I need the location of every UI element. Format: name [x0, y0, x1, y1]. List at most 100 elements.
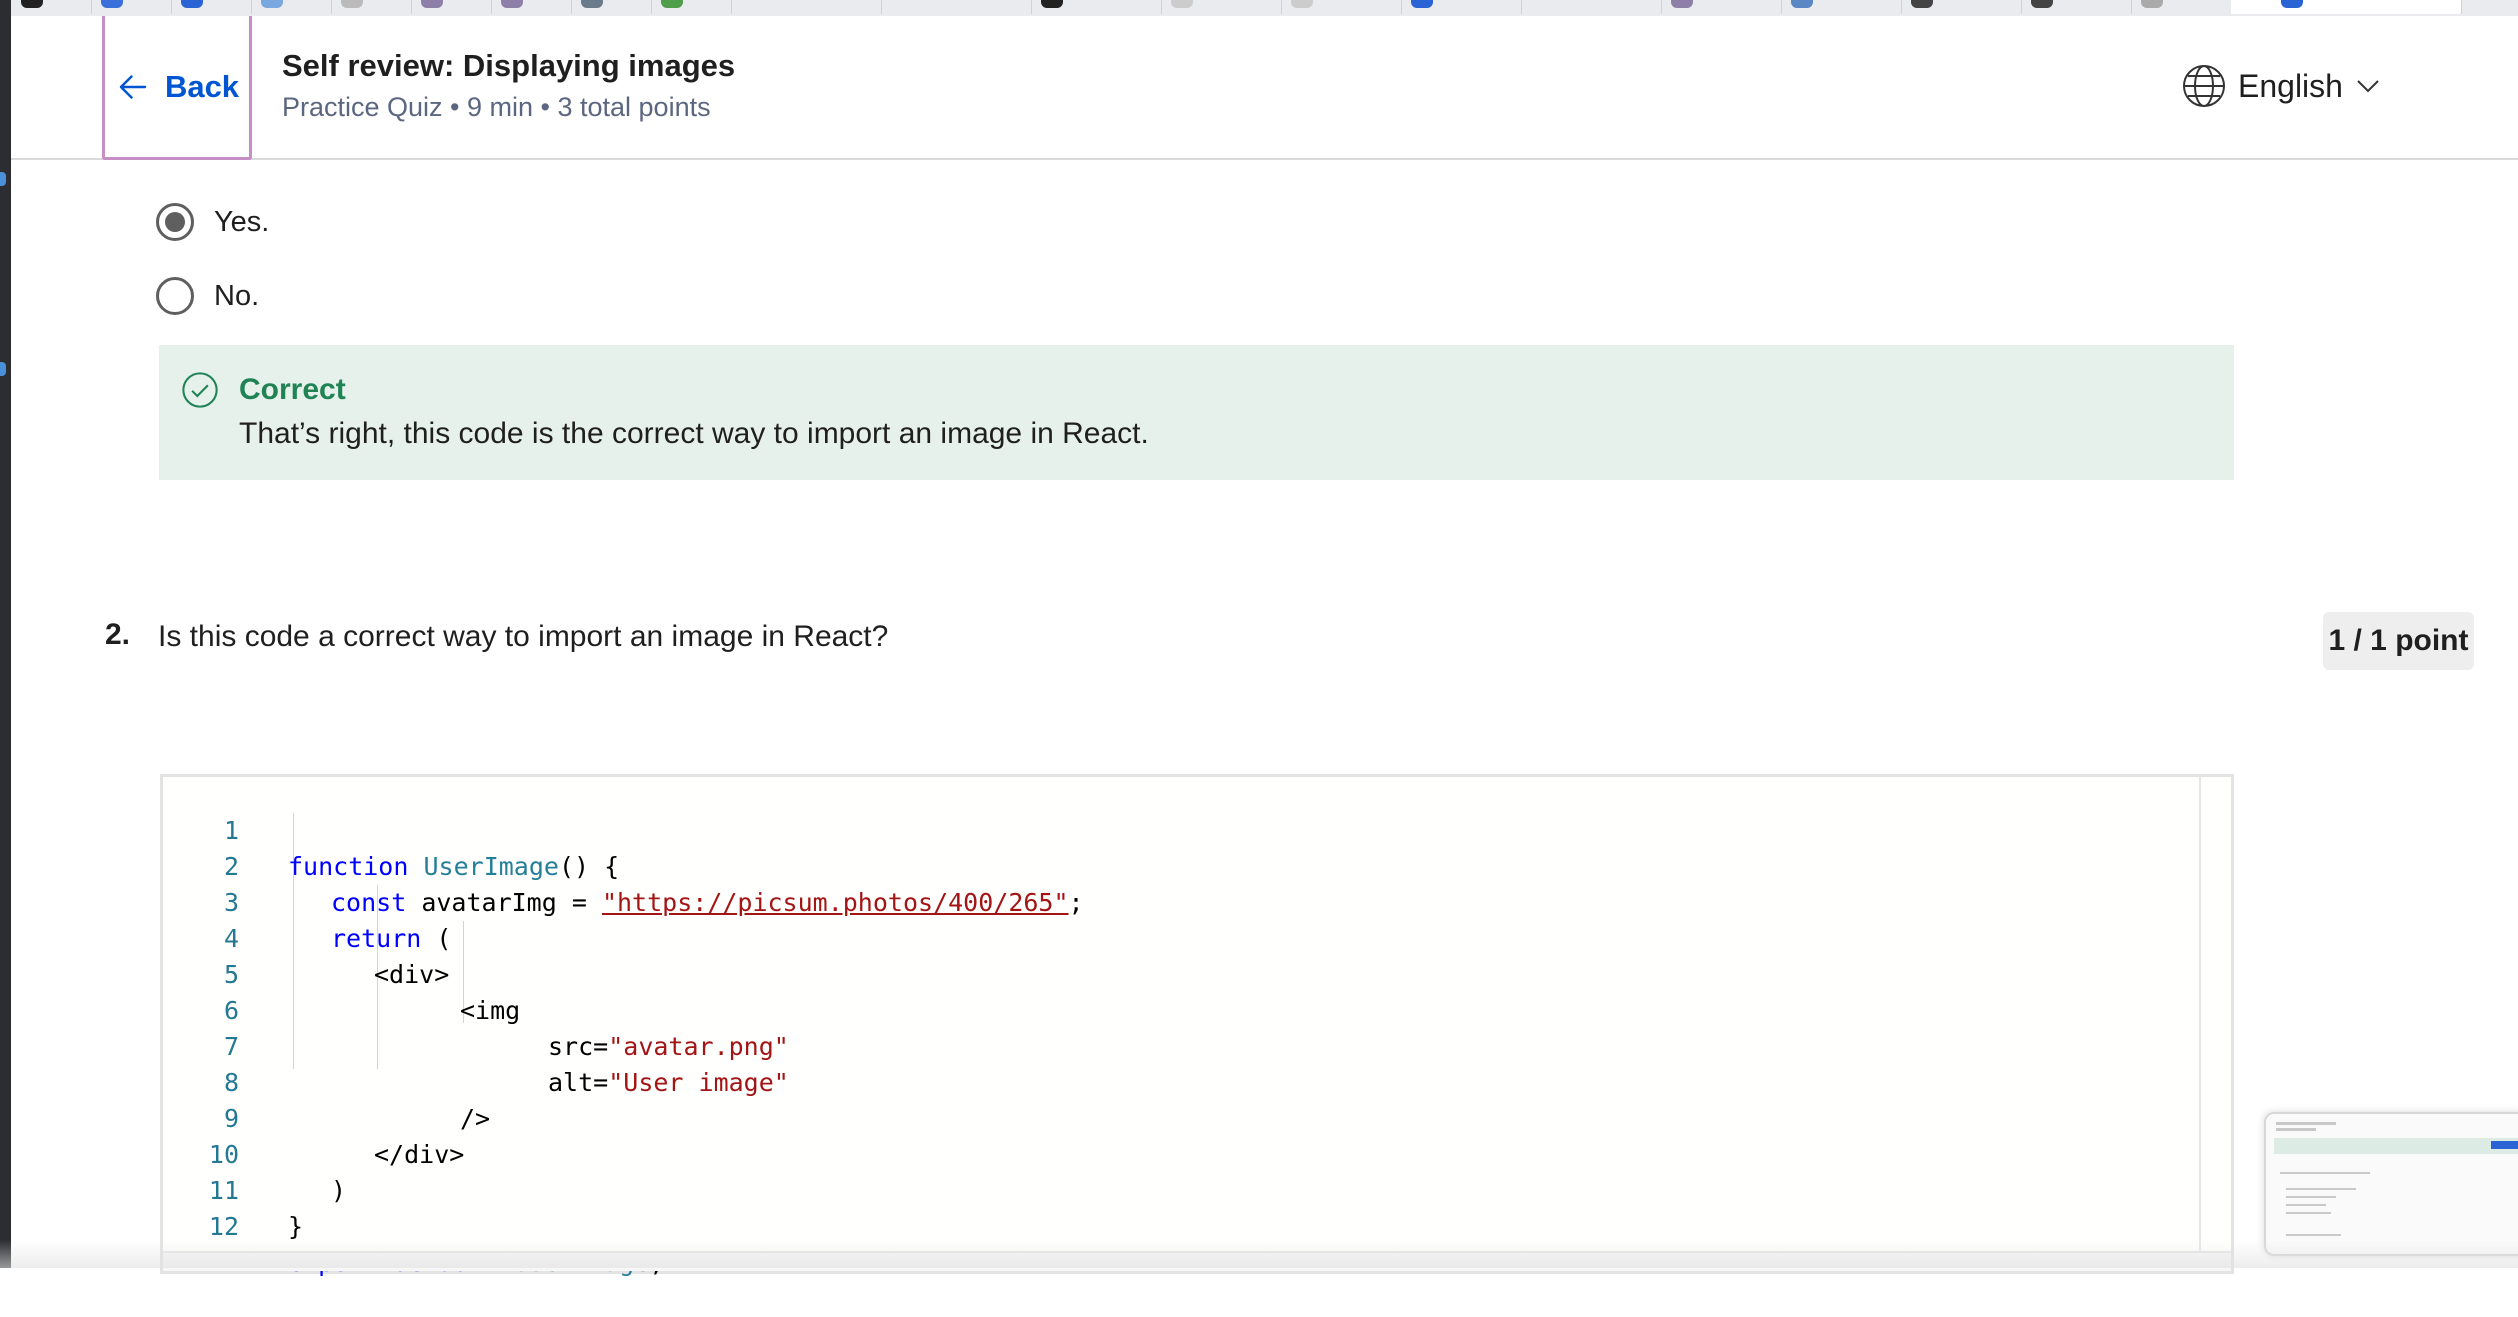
code-scrollbar[interactable]: [2199, 777, 2231, 1271]
back-button[interactable]: Back: [102, 16, 252, 160]
option-label: No.: [214, 279, 260, 312]
preview-button: [2491, 1141, 2518, 1149]
browser-tab[interactable]: [1401, 0, 1522, 14]
quiz-meta: Practice Quiz • 9 min • 3 total points: [282, 92, 711, 122]
tab-favicon-icon: [2031, 0, 2053, 8]
tab-favicon-icon: [21, 0, 43, 8]
browser-tab-strip: [11, 0, 2518, 17]
code-token: }: [288, 1212, 304, 1241]
code-token: "User image": [608, 1068, 789, 1097]
tab-favicon-icon: [501, 0, 523, 8]
code-token: return: [331, 924, 422, 953]
code-horizontal-scrollbar[interactable]: [163, 1251, 2231, 1271]
tab-favicon-icon: [661, 0, 683, 8]
code-token: const: [331, 888, 407, 917]
browser-tab[interactable]: [1901, 0, 2022, 14]
browser-tab[interactable]: [2021, 0, 2132, 14]
line-number: 12: [208, 1212, 239, 1241]
tab-favicon-icon: [1291, 0, 1313, 8]
language-label: English: [2238, 67, 2343, 104]
tab-favicon-icon: [1671, 0, 1693, 8]
option-label: Yes.: [214, 205, 270, 238]
question-number: 2.: [105, 618, 131, 651]
code-token: () {: [558, 852, 620, 881]
code-token: function: [288, 852, 409, 881]
browser-tab[interactable]: [251, 0, 332, 14]
code-line: 3 return (: [163, 849, 451, 953]
language-selector[interactable]: English: [2180, 62, 2383, 110]
check-circle-icon: [182, 372, 218, 408]
browser-tab[interactable]: [651, 0, 732, 14]
chevron-down-icon: [2357, 80, 2379, 93]
preview-line: [2286, 1234, 2341, 1236]
browser-tab[interactable]: [1521, 0, 1662, 14]
tab-favicon-icon: [1911, 0, 1933, 8]
points-badge: 1 / 1 point: [2323, 612, 2474, 670]
answer-option-no[interactable]: No.: [156, 277, 259, 315]
code-line: 1 function UserImage() {: [163, 777, 619, 881]
code-link[interactable]: "https://picsum.photos/400/265": [602, 888, 1069, 917]
tab-favicon-icon: [421, 0, 443, 8]
code-line: 10 ): [163, 1101, 346, 1205]
back-arrow-icon: [119, 74, 147, 99]
browser-tab[interactable]: [881, 0, 1032, 14]
preview-banner: [2274, 1138, 2518, 1154]
radio-button-selected[interactable]: [156, 203, 194, 241]
preview-line: [2286, 1188, 2356, 1190]
preview-line: [2286, 1196, 2336, 1198]
preview-line: [2276, 1128, 2316, 1131]
tab-favicon-icon: [1411, 0, 1433, 8]
code-token: <div>: [374, 960, 450, 989]
tab-favicon-icon: [581, 0, 603, 8]
tab-favicon-icon: [1171, 0, 1193, 8]
code-token: ;: [1068, 888, 1084, 917]
browser-tab[interactable]: [1031, 0, 1162, 14]
answer-feedback: Correct That’s right, this code is the c…: [159, 345, 2234, 480]
tab-favicon-icon: [101, 0, 123, 8]
tab-favicon-icon: [2281, 0, 2303, 8]
browser-tab[interactable]: [1661, 0, 1782, 14]
answer-option-yes[interactable]: Yes.: [156, 203, 269, 241]
feedback-text: That’s right, this code is the correct w…: [239, 417, 1149, 450]
browser-tab[interactable]: [1161, 0, 1282, 14]
code-line: 4 <div>: [163, 885, 449, 989]
code-token: />: [460, 1104, 491, 1133]
tab-favicon-icon: [2141, 0, 2163, 8]
question-text: Is this code a correct way to import an …: [158, 620, 889, 653]
code-line: 9 </div>: [163, 1065, 464, 1169]
code-line: 8 />: [163, 1029, 490, 1133]
code-token: </div>: [374, 1140, 465, 1169]
browser-tab[interactable]: [1281, 0, 1402, 14]
code-line: 6 src="avatar.png": [163, 957, 789, 1061]
adjacent-window-edge: [0, 0, 11, 1268]
browser-tab[interactable]: [1781, 0, 1902, 14]
browser-tab-active[interactable]: [2231, 0, 2462, 14]
preview-line: [2280, 1172, 2370, 1174]
browser-tab[interactable]: [91, 0, 172, 14]
code-token: ): [331, 1176, 347, 1205]
code-token: "avatar.png": [608, 1032, 789, 1061]
code-block[interactable]: 1 function UserImage() { 2 const avatarI…: [160, 774, 2234, 1277]
tab-favicon-icon: [341, 0, 363, 8]
browser-tab[interactable]: [571, 0, 652, 14]
globe-icon: [2183, 65, 2225, 107]
code-line: 5 <img: [163, 921, 520, 1025]
code-line: 11 }: [163, 1137, 303, 1241]
browser-tab[interactable]: [11, 0, 92, 14]
screenshot-preview-thumbnail[interactable]: [2264, 1112, 2518, 1256]
edge-indicator: [0, 172, 6, 186]
code-token: alt=: [548, 1068, 609, 1097]
browser-tab[interactable]: [411, 0, 492, 14]
radio-button[interactable]: [156, 277, 194, 315]
browser-tab[interactable]: [731, 0, 882, 14]
browser-tab[interactable]: [2131, 0, 2232, 14]
feedback-status: Correct: [239, 373, 346, 406]
back-label: Back: [164, 68, 240, 104]
code-line: 7 alt="User image": [163, 993, 789, 1097]
browser-tab[interactable]: [491, 0, 572, 14]
preview-line: [2286, 1204, 2326, 1206]
tab-favicon-icon: [1791, 0, 1813, 8]
code-line: 2 const avatarImg = "https://picsum.phot…: [163, 813, 1084, 917]
browser-tab[interactable]: [171, 0, 252, 14]
browser-tab[interactable]: [331, 0, 412, 14]
